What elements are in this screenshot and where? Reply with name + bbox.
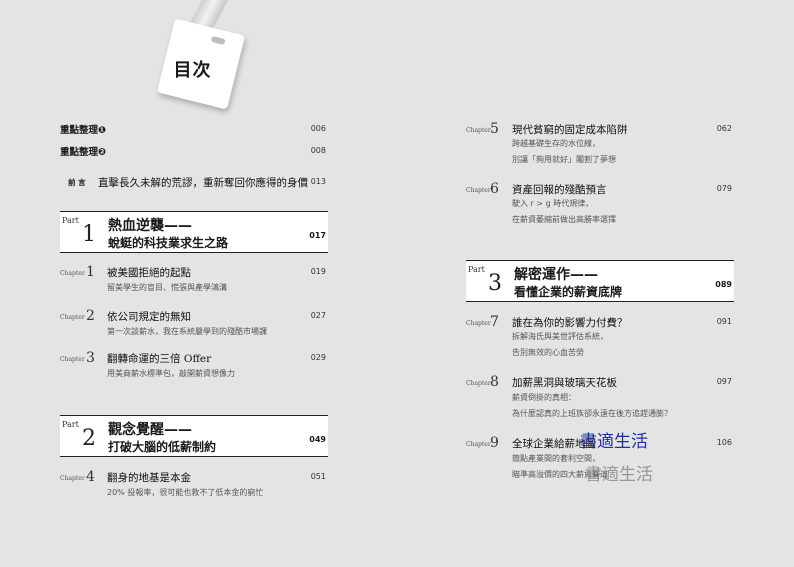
chapter-3-sub-1: 用美商薪水標準包，敲開薪資想像力: [107, 369, 235, 378]
preface-page: 013: [310, 177, 326, 186]
part-1-label: Part: [62, 216, 79, 225]
chapter-1-label: Chapter: [60, 270, 85, 277]
toc-title: 目次: [173, 60, 212, 82]
chapter-4-title: 翻身的地基是本金: [107, 472, 191, 484]
chapter-6-title: 資產回報的殘酷預言: [512, 184, 607, 196]
part-2-page: 049: [309, 435, 326, 444]
chapter-7-number: 7: [490, 314, 499, 330]
highlight-1-page: 006: [310, 124, 326, 133]
chapter-8-sub-1: 薪資倒掛的真相：: [512, 393, 576, 402]
part-1-title: 熱血逆襲——: [108, 218, 192, 234]
chapter-7-sub-1: 拆解海氏與美世評估系統，: [512, 332, 608, 341]
chapter-4-number: 4: [86, 469, 95, 485]
chapter-8-page: 097: [716, 377, 732, 386]
chapter-5-sub-2: 別讓「夠用就好」閹割了夢想: [512, 155, 616, 164]
part-3-label: Part: [468, 265, 485, 274]
chapter-4-label: Chapter: [60, 475, 85, 482]
part-3-box: Part 3 解密運作—— 看懂企業的薪資底牌 089: [466, 260, 734, 302]
part-3-title: 解密運作——: [514, 267, 598, 283]
chapter-7-page: 091: [716, 317, 732, 326]
chapter-8-title: 加薪黑洞與玻璃天花板: [512, 377, 617, 389]
highlight-2-page: 008: [310, 146, 326, 155]
toc-spread: 目次 重點整理❶ 006 重點整理❷ 008 前 言 直擊長久未解的荒謬，重新奪…: [0, 0, 794, 567]
chapter-8-sub-2: 為什麼認真的上班族卻永遠在後方追趕通膨？: [512, 409, 672, 418]
chapter-6-page: 079: [716, 184, 732, 193]
part-2-box: Part 2 觀念覺醒—— 打破大腦的低薪制約 049: [60, 415, 328, 457]
chapter-3-number: 3: [86, 350, 95, 366]
chapter-3-page: 029: [310, 353, 326, 362]
chapter-5-page: 062: [716, 124, 732, 133]
part-3-number: 3: [488, 271, 502, 296]
chapter-2-sub-1: 第一次談薪水，我在系統嚴學到的殘酷市場課: [107, 327, 267, 336]
chapter-8-label: Chapter: [466, 380, 491, 387]
chapter-2-page: 027: [310, 311, 326, 320]
chapter-1-sub-1: 留美學生的盲目、慌張與產學鴻溝: [107, 283, 227, 292]
highlight-1-title: 重點整理❶: [60, 125, 107, 136]
part-3-page: 089: [715, 280, 732, 289]
part-2-subtitle: 打破大腦的低薪制約: [108, 440, 217, 454]
chapter-7-title: 誰在為你的影響力付費？: [512, 317, 628, 329]
chapter-9-number: 9: [490, 435, 499, 451]
chapter-5-title: 現代貧窮的固定成本陷阱: [512, 124, 628, 136]
part-1-box: Part 1 熱血逆襲—— 蛻蜓的科技業求生之路 017: [60, 211, 328, 253]
part-1-page: 017: [309, 231, 326, 240]
chapter-1-title: 被美國拒絕的起點: [107, 267, 191, 279]
chapter-8-number: 8: [490, 374, 499, 390]
tag-hole: [210, 35, 226, 46]
part-2-number: 2: [82, 426, 96, 451]
chapter-5-sub-1: 跨越基礎生存的水位線，: [512, 139, 600, 148]
chapter-6-sub-1: 駛入 r > g 時代規律，: [512, 199, 594, 208]
chapter-2-number: 2: [86, 308, 95, 324]
highlight-2-title: 重點整理❷: [60, 147, 107, 158]
part-2-title: 觀念覺醒——: [108, 422, 192, 438]
part-1-subtitle: 蛻蜓的科技業求生之路: [108, 236, 229, 250]
chapter-6-label: Chapter: [466, 187, 491, 194]
chapter-7-label: Chapter: [466, 320, 491, 327]
chapter-2-label: Chapter: [60, 314, 85, 321]
preface-title: 直擊長久未解的荒謬，重新奪回你應得的身價: [98, 177, 308, 189]
chapter-6-number: 6: [490, 181, 499, 197]
chapter-6-sub-2: 在薪資萎縮前做出高勝率選擇: [512, 215, 616, 224]
part-3-subtitle: 看懂企業的薪資底牌: [514, 285, 623, 299]
chapter-7-sub-2: 告別無效的心血苦勞: [512, 348, 584, 357]
chapter-3-title: 翻轉命運的三倍 Offer: [107, 353, 212, 365]
chapter-1-number: 1: [86, 264, 95, 280]
preface-label: 前 言: [68, 178, 86, 187]
chapter-3-label: Chapter: [60, 356, 85, 363]
chapter-4-sub-1: 20% 投報率，很可能也救不了低本金的窮忙: [107, 488, 264, 497]
chapter-5-number: 5: [490, 121, 499, 137]
chapter-9-page: 106: [716, 438, 732, 447]
part-1-number: 1: [82, 222, 96, 247]
watermark-primary: 書適生活: [580, 432, 648, 452]
chapter-4-page: 051: [310, 472, 326, 481]
chapter-1-page: 019: [310, 267, 326, 276]
chapter-9-label: Chapter: [466, 441, 491, 448]
watermark-shadow: 書適生活: [585, 465, 653, 485]
chapter-2-title: 依公司規定的無知: [107, 311, 191, 323]
chapter-5-label: Chapter: [466, 127, 491, 134]
toc-tag: 目次: [156, 18, 246, 110]
part-2-label: Part: [62, 420, 79, 429]
